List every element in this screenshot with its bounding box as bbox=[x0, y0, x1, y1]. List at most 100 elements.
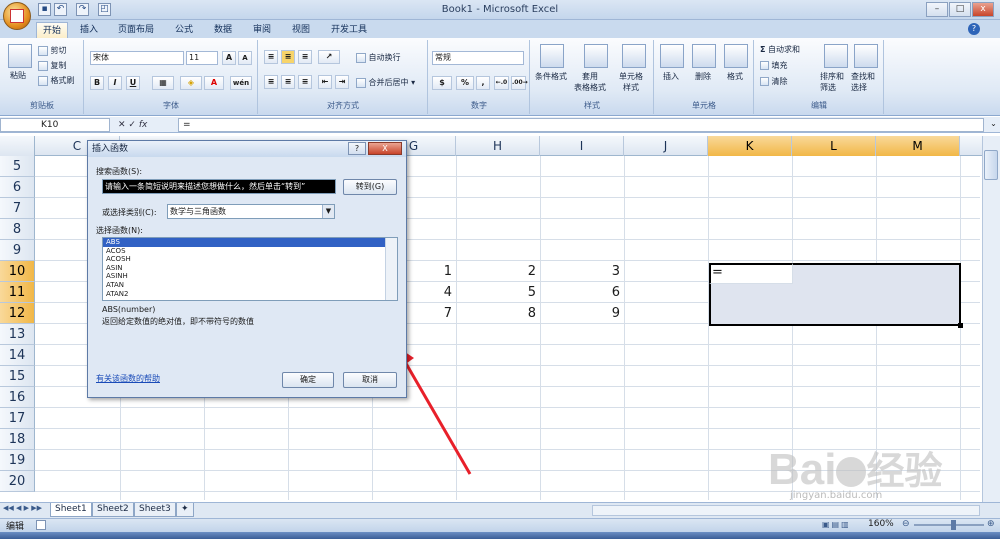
row-header-5[interactable]: 5 bbox=[0, 156, 35, 177]
cancel-button[interactable]: 取消 bbox=[343, 372, 397, 388]
insert-cells-button[interactable]: 插入 bbox=[663, 71, 679, 82]
sheet-tab-3[interactable]: Sheet3 bbox=[134, 503, 176, 517]
clear-button[interactable]: 清除 bbox=[760, 76, 788, 87]
zoom-level[interactable]: 160% bbox=[868, 519, 894, 529]
row-header-17[interactable]: 17 bbox=[0, 408, 35, 429]
autosum-button[interactable]: Σ 自动求和 bbox=[760, 44, 800, 55]
select-all-corner[interactable] bbox=[0, 136, 35, 156]
cell-styles-icon[interactable] bbox=[622, 44, 646, 68]
tab-home[interactable]: 开始 bbox=[36, 22, 69, 38]
cell-i10[interactable]: 3 bbox=[540, 264, 620, 279]
align-left-icon[interactable]: ≡ bbox=[264, 75, 278, 89]
align-center-icon[interactable]: ≡ bbox=[281, 75, 295, 89]
shrink-font-button[interactable]: A bbox=[238, 51, 252, 65]
row-header-15[interactable]: 15 bbox=[0, 366, 35, 387]
sheet-tab-2[interactable]: Sheet2 bbox=[92, 503, 134, 517]
column-header-i[interactable]: I bbox=[540, 136, 624, 156]
row-header-10[interactable]: 10 bbox=[0, 261, 35, 282]
table-format-button[interactable]: 套用 表格格式 bbox=[574, 71, 606, 93]
new-sheet-icon[interactable]: ✦ bbox=[176, 503, 194, 517]
sort-filter-button[interactable]: 排序和 筛选 bbox=[820, 71, 844, 93]
wrap-text-button[interactable]: 自动换行 bbox=[356, 52, 401, 63]
function-item[interactable]: ACOS bbox=[103, 247, 397, 256]
cell-i11[interactable]: 6 bbox=[540, 285, 620, 300]
formula-input[interactable]: = bbox=[178, 118, 984, 132]
decrease-indent-icon[interactable]: ⇤ bbox=[318, 75, 332, 89]
increase-indent-icon[interactable]: ⇥ bbox=[335, 75, 349, 89]
decrease-decimal-button[interactable]: .00→ bbox=[511, 76, 528, 90]
row-header-9[interactable]: 9 bbox=[0, 240, 35, 261]
cut-button[interactable]: 剪切 bbox=[38, 45, 67, 56]
font-size-combo[interactable]: 11 bbox=[186, 51, 218, 65]
conditional-format-button[interactable]: 条件格式 bbox=[535, 71, 567, 82]
column-header-m[interactable]: M bbox=[876, 136, 960, 156]
row-header-14[interactable]: 14 bbox=[0, 345, 35, 366]
cell-i12[interactable]: 9 bbox=[540, 306, 620, 321]
function-list-scrollbar[interactable] bbox=[385, 238, 397, 300]
tab-formulas[interactable]: 公式 bbox=[169, 22, 199, 38]
chevron-down-icon[interactable]: ▼ bbox=[322, 205, 334, 218]
function-list[interactable]: ABS ACOS ACOSH ASIN ASINH ATAN ATAN2 bbox=[102, 237, 398, 301]
row-header-13[interactable]: 13 bbox=[0, 324, 35, 345]
format-cells-button[interactable]: 格式 bbox=[727, 71, 743, 82]
macro-record-icon[interactable] bbox=[36, 520, 46, 530]
close-button[interactable]: x bbox=[972, 2, 994, 17]
insert-function-icon[interactable]: fx bbox=[139, 120, 148, 130]
percent-button[interactable]: % bbox=[456, 76, 474, 90]
conditional-format-icon[interactable] bbox=[540, 44, 564, 68]
fill-handle[interactable] bbox=[958, 323, 963, 328]
sheet-nav-arrows[interactable]: ◀◀ ◀ ▶ ▶▶ bbox=[3, 504, 42, 512]
office-button[interactable] bbox=[3, 2, 31, 30]
sort-filter-icon[interactable] bbox=[824, 44, 848, 68]
vertical-scroll-thumb[interactable] bbox=[984, 150, 998, 180]
ok-button[interactable]: 确定 bbox=[282, 372, 334, 388]
insert-cells-icon[interactable] bbox=[660, 44, 684, 68]
row-header-8[interactable]: 8 bbox=[0, 219, 35, 240]
cell-h11[interactable]: 5 bbox=[456, 285, 536, 300]
align-bottom-icon[interactable]: ≡ bbox=[298, 50, 312, 64]
search-function-input[interactable]: 请输入一条简短说明来描述您想做什么，然后单击“转到” bbox=[102, 179, 336, 194]
cell-styles-button[interactable]: 单元格 样式 bbox=[619, 71, 643, 93]
enter-icon[interactable]: ✓ bbox=[128, 120, 136, 130]
find-select-button[interactable]: 查找和 选择 bbox=[851, 71, 875, 93]
format-cells-icon[interactable] bbox=[724, 44, 748, 68]
zoom-out-icon[interactable]: ⊖ bbox=[902, 519, 910, 529]
orientation-icon[interactable]: ↗ bbox=[318, 50, 340, 64]
cell-h12[interactable]: 8 bbox=[456, 306, 536, 321]
tab-data[interactable]: 数据 bbox=[208, 22, 238, 38]
horizontal-scrollbar[interactable] bbox=[592, 505, 980, 516]
zoom-slider[interactable] bbox=[914, 524, 984, 526]
align-right-icon[interactable]: ≡ bbox=[298, 75, 312, 89]
column-header-j[interactable]: J bbox=[624, 136, 708, 156]
grow-font-button[interactable]: A bbox=[222, 51, 236, 65]
comma-button[interactable]: , bbox=[476, 76, 490, 90]
column-header-h[interactable]: H bbox=[456, 136, 540, 156]
column-header-l[interactable]: L bbox=[792, 136, 876, 156]
copy-button[interactable]: 复制 bbox=[38, 60, 67, 71]
help-icon[interactable]: ? bbox=[968, 23, 980, 35]
paste-button[interactable]: 粘贴 bbox=[10, 70, 26, 81]
zoom-in-icon[interactable]: ⊕ bbox=[987, 519, 995, 529]
tab-developer[interactable]: 开发工具 bbox=[325, 22, 373, 38]
phonetic-button[interactable]: wén bbox=[230, 76, 252, 90]
delete-cells-icon[interactable] bbox=[692, 44, 716, 68]
expand-formula-icon[interactable]: ⌄ bbox=[988, 119, 999, 131]
row-header-19[interactable]: 19 bbox=[0, 450, 35, 471]
number-format-combo[interactable]: 常规 bbox=[432, 51, 524, 65]
zoom-slider-thumb[interactable] bbox=[951, 520, 956, 530]
function-item[interactable]: ACOSH bbox=[103, 255, 397, 264]
align-middle-icon[interactable]: ≡ bbox=[281, 50, 295, 64]
underline-button[interactable]: U bbox=[126, 76, 140, 90]
paste-icon[interactable] bbox=[8, 44, 32, 68]
cancel-icon[interactable]: ✕ bbox=[118, 120, 126, 130]
maximize-button[interactable]: □ bbox=[949, 2, 971, 17]
function-item[interactable]: ASIN bbox=[103, 264, 397, 273]
row-header-11[interactable]: 11 bbox=[0, 282, 35, 303]
function-item[interactable]: ATAN bbox=[103, 281, 397, 290]
borders-button[interactable]: ▦ bbox=[152, 76, 174, 90]
cell-h10[interactable]: 2 bbox=[456, 264, 536, 279]
go-button[interactable]: 转到(G) bbox=[343, 179, 397, 195]
find-select-icon[interactable] bbox=[854, 44, 878, 68]
view-buttons[interactable]: ▣▤▥ bbox=[822, 520, 864, 530]
function-item[interactable]: ATAN2 bbox=[103, 290, 397, 299]
